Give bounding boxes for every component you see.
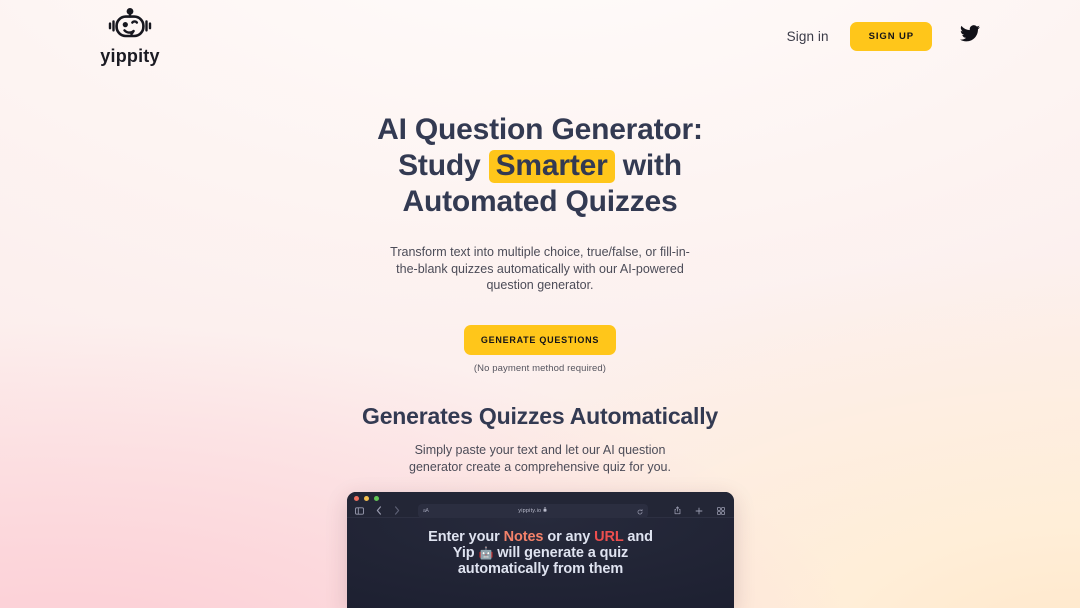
- hero-section: AI Question Generator: Study Smarter wit…: [0, 112, 1080, 374]
- browser-toolbar-row: aA yippity.io: [347, 503, 734, 518]
- mock-line4: automatically from: [457, 561, 585, 577]
- mock-url-word: URL: [594, 529, 624, 545]
- section-heading: Generates Quizzes Automatically: [362, 403, 718, 429]
- cta-note: (No payment method required): [473, 362, 607, 374]
- hero-subtitle: Transform text into multiple choice, tru…: [390, 245, 690, 292]
- mock-line1-pre: Enter your: [428, 529, 504, 545]
- mock-notes-word: Notes: [503, 529, 544, 545]
- reload-icon[interactable]: [637, 502, 643, 520]
- browser-nav-icons: [355, 502, 400, 520]
- address-bar[interactable]: aA yippity.io: [418, 502, 648, 520]
- address-url-text: yippity.io: [518, 507, 542, 514]
- generate-questions-button[interactable]: GENERATE QUESTIONS: [463, 324, 617, 355]
- mock-line3: generate a quiz: [524, 545, 629, 561]
- close-window-icon[interactable]: [354, 496, 359, 501]
- hero-title-line-2-pre: Study: [398, 149, 489, 182]
- plus-icon[interactable]: [695, 502, 703, 520]
- window-traffic-lights: [354, 496, 379, 501]
- chevron-right-icon[interactable]: [394, 502, 400, 520]
- hero-title-highlight: Smarter: [488, 150, 615, 183]
- mock-line2-post: will: [493, 545, 521, 561]
- features-section: Generates Quizzes Automatically Simply p…: [0, 401, 1080, 475]
- sign-up-button[interactable]: SIGN UP: [849, 21, 932, 51]
- robot-head-icon: [104, 7, 156, 46]
- robot-emoji-icon: 🤖: [478, 546, 494, 560]
- browser-action-icons: [674, 502, 725, 520]
- hero-title-line-3: Automated Quizzes: [402, 185, 678, 218]
- twitter-bird-icon: [960, 25, 980, 47]
- page-title: AI Question Generator: Study Smarter wit…: [0, 112, 1080, 220]
- section-subtitle: Simply paste your text and let our AI qu…: [409, 443, 671, 474]
- brand-wordmark: yippity: [100, 45, 160, 66]
- share-icon[interactable]: [674, 502, 681, 520]
- twitter-link[interactable]: [960, 25, 980, 47]
- minimize-window-icon[interactable]: [364, 496, 369, 501]
- hero-title-line-2-post: with: [614, 149, 682, 182]
- address-bar-url: yippity.io: [429, 507, 637, 514]
- mock-line5: them: [588, 561, 624, 577]
- mock-line1-post: or any: [543, 529, 591, 545]
- sign-in-link[interactable]: Sign in: [787, 29, 829, 44]
- header-actions: Sign in SIGN UP: [787, 21, 980, 51]
- hero-cta-group: GENERATE QUESTIONS (No payment method re…: [0, 324, 1080, 374]
- chevron-left-icon[interactable]: [376, 502, 382, 520]
- browser-viewport: Enter your Notes or any URL and Yip 🤖 wi…: [347, 518, 734, 608]
- page-background: yippity Sign in SIGN UP AI Question Gene…: [0, 0, 1080, 608]
- mock-page-heading: Enter your Notes or any URL and Yip 🤖 wi…: [426, 529, 656, 608]
- browser-toolbar: aA yippity.io: [347, 492, 734, 518]
- site-header: yippity Sign in SIGN UP: [0, 0, 1080, 72]
- brand-logo-link[interactable]: yippity: [100, 7, 160, 66]
- tab-overview-icon[interactable]: [717, 502, 725, 520]
- sidebar-toggle-icon[interactable]: [355, 502, 364, 520]
- maximize-window-icon[interactable]: [374, 496, 379, 501]
- hero-title-line-1: AI Question Generator:: [377, 113, 703, 146]
- browser-mockup: aA yippity.io Enter your Notes or any UR…: [347, 492, 734, 608]
- lock-icon: [543, 507, 547, 514]
